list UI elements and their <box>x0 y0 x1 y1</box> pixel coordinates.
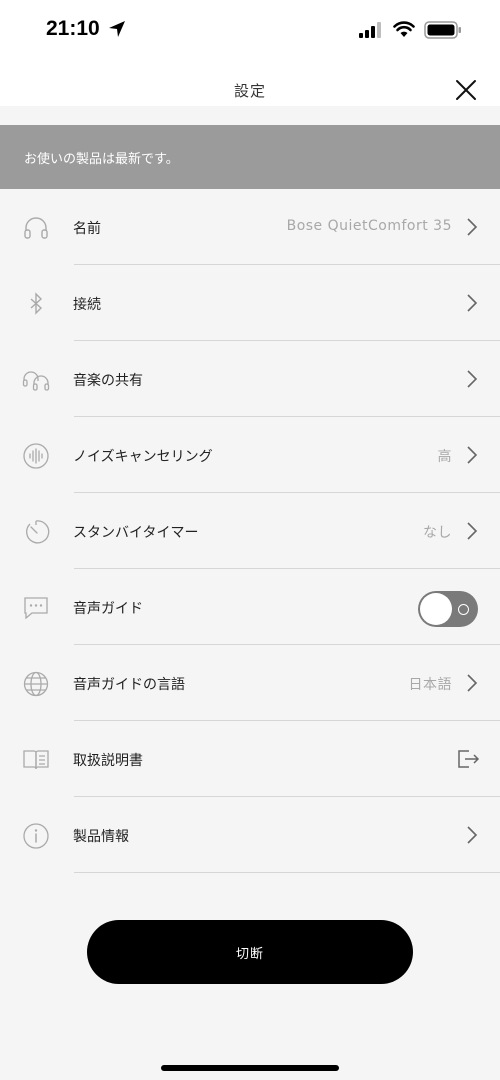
manual-book-icon <box>23 750 49 770</box>
setting-label: 製品情報 <box>73 829 129 845</box>
status-time: 21:10 <box>46 17 100 40</box>
setting-row-music-share[interactable]: 音楽の共有 <box>0 341 500 417</box>
setting-label: ノイズキャンセリング <box>73 449 213 465</box>
close-icon[interactable] <box>452 76 480 104</box>
location-arrow-icon <box>109 21 125 37</box>
setting-row-noise-cancelling[interactable]: ノイズキャンセリング 高 <box>0 417 500 493</box>
chevron-right-icon <box>467 674 478 692</box>
toggle-knob <box>420 593 452 625</box>
status-bar: 21:10 <box>0 0 500 60</box>
voice-prompt-icon <box>24 597 48 620</box>
disconnect-button[interactable]: 切断 <box>87 920 413 984</box>
setting-value: 高 <box>437 449 452 465</box>
toggle-off-indicator <box>458 604 469 615</box>
setting-value: なし <box>423 525 452 541</box>
setting-label: 名前 <box>73 221 101 237</box>
setting-value: Bose QuietComfort 35 <box>286 218 452 234</box>
update-banner: お使いの製品は最新です。 <box>0 125 500 189</box>
setting-row-voice-language[interactable]: 音声ガイドの言語 日本語 <box>0 645 500 721</box>
noise-cancelling-icon <box>23 443 49 469</box>
update-status-text: お使いの製品は最新です。 <box>24 152 179 167</box>
external-link-icon <box>458 750 480 768</box>
chevron-right-icon <box>467 370 478 388</box>
setting-value: 日本語 <box>408 677 452 693</box>
wifi-icon <box>393 21 415 37</box>
setting-row-name[interactable]: 名前 Bose QuietComfort 35 <box>0 189 500 265</box>
setting-row-product-info[interactable]: 製品情報 <box>0 797 500 873</box>
headphones-icon <box>24 217 48 239</box>
setting-label: 接続 <box>73 297 101 313</box>
setting-row-standby-timer[interactable]: スタンバイタイマー なし <box>0 493 500 569</box>
setting-row-manual[interactable]: 取扱説明書 <box>0 721 500 797</box>
setting-row-voice-prompt: 音声ガイド <box>0 569 500 645</box>
music-share-icon <box>22 371 50 391</box>
standby-timer-icon <box>26 520 50 544</box>
bluetooth-icon <box>30 292 43 315</box>
chevron-right-icon <box>467 294 478 312</box>
globe-icon <box>23 671 49 697</box>
chevron-right-icon <box>467 446 478 464</box>
setting-label: 音楽の共有 <box>73 373 143 389</box>
chevron-right-icon <box>467 218 478 236</box>
info-icon <box>23 823 49 849</box>
page-title: 設定 <box>233 82 266 100</box>
setting-row-connection[interactable]: 接続 <box>0 265 500 341</box>
voice-prompt-toggle[interactable] <box>418 591 478 627</box>
cellular-signal-icon <box>359 22 381 38</box>
setting-label: スタンバイタイマー <box>73 525 199 541</box>
setting-label: 音声ガイドの言語 <box>73 677 185 693</box>
chevron-right-icon <box>467 826 478 844</box>
battery-icon <box>424 21 461 39</box>
chevron-right-icon <box>467 522 478 540</box>
settings-list: 名前 Bose QuietComfort 35 接続 音楽の共有 ノイズキャンセ… <box>0 189 500 873</box>
setting-label: 取扱説明書 <box>73 753 143 769</box>
row-divider <box>74 872 500 873</box>
setting-label: 音声ガイド <box>73 601 143 617</box>
nav-header: 設定 <box>0 60 500 106</box>
home-indicator[interactable] <box>161 1065 339 1071</box>
